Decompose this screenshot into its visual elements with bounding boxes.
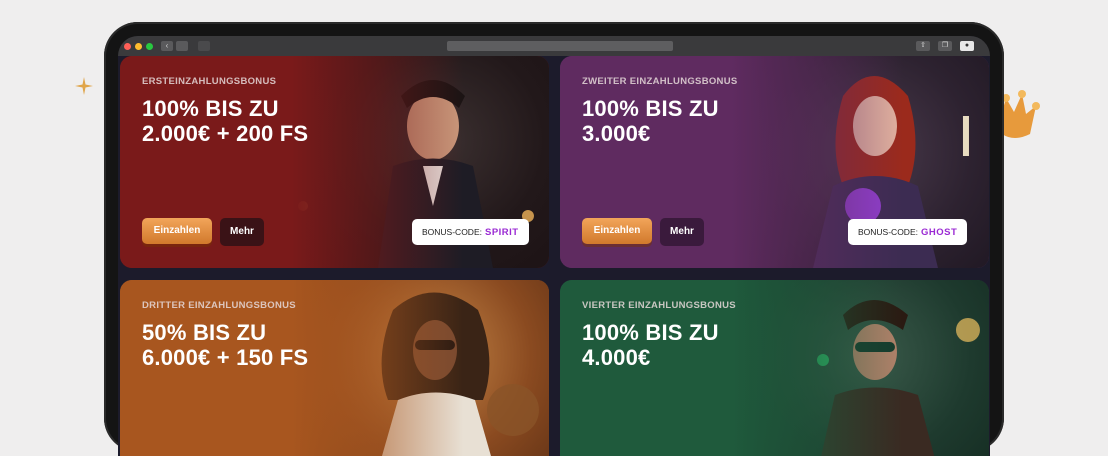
bonus-headline: 100% BIS ZU 2.000€ + 200 FS — [142, 96, 308, 146]
minimize-window-dot[interactable] — [135, 42, 142, 50]
bonus-code-label: BONUS-CODE: — [422, 227, 482, 237]
bonus-label: ERSTEINZAHLUNGSBONUS — [142, 76, 277, 87]
headline-line-1: 100% BIS ZU — [582, 320, 719, 345]
deposit-button[interactable]: Einzahlen — [582, 218, 652, 244]
headline-line-1: 100% BIS ZU — [582, 96, 719, 121]
headline-line-2: 3.000€ — [582, 121, 651, 146]
bonus-headline: 100% BIS ZU 4.000€ — [582, 320, 719, 370]
headline-line-2: 6.000€ + 150 FS — [142, 345, 309, 370]
bonus-card-3: DRITTER EINZAHLUNGSBONUS 50% BIS ZU 6.00… — [120, 280, 549, 456]
maximize-window-dot[interactable] — [146, 42, 153, 50]
bonus-card-1: ERSTEINZAHLUNGSBONUS 100% BIS ZU 2.000€ … — [120, 56, 549, 268]
bonus-label: DRITTER EINZAHLUNGSBONUS — [142, 300, 296, 311]
headline-line-1: 100% BIS ZU — [142, 96, 279, 121]
browser-toolbar: ‹ ⇧ ❐ ● — [118, 36, 990, 56]
bonus-headline: 50% BIS ZU 6.000€ + 150 FS — [142, 320, 308, 370]
more-button[interactable]: Mehr — [660, 218, 704, 246]
bonus-label: ZWEITER EINZAHLUNGSBONUS — [582, 76, 738, 87]
download-icon[interactable]: ● — [960, 41, 974, 51]
more-button[interactable]: Mehr — [220, 218, 264, 246]
close-window-dot[interactable] — [124, 42, 131, 50]
headline-line-2: 4.000€ — [582, 345, 651, 370]
bonus-code-badge[interactable]: BONUS-CODE: SPIRIT — [412, 219, 529, 245]
deposit-button[interactable]: Einzahlen — [142, 218, 212, 244]
bonus-label: VIERTER EINZAHLUNGSBONUS — [582, 300, 736, 311]
tabs-icon[interactable]: ❐ — [938, 41, 952, 51]
share-icon[interactable]: ⇧ — [916, 41, 930, 51]
back-arrow-icon[interactable]: ‹ — [161, 41, 173, 51]
sparkle-icon — [74, 76, 94, 96]
headline-line-1: 50% BIS ZU — [142, 320, 267, 345]
bonus-card-4: VIERTER EINZAHLUNGSBONUS 100% BIS ZU 4.0… — [560, 280, 989, 456]
bonus-card-2: ZWEITER EINZAHLUNGSBONUS 100% BIS ZU 3.0… — [560, 56, 989, 268]
sidebar-icon[interactable] — [198, 41, 210, 51]
browser-screen: ‹ ⇧ ❐ ● ERSTEINZAHLUNGSBONUS 100% BIS ZU… — [118, 36, 990, 456]
bonus-code-label: BONUS-CODE: — [858, 227, 918, 237]
bonus-code-value: SPIRIT — [484, 226, 519, 238]
bonus-code-value: GHOST — [920, 226, 958, 238]
bonus-headline: 100% BIS ZU 3.000€ — [582, 96, 719, 146]
forward-arrow-icon[interactable] — [176, 41, 188, 51]
headline-line-2: 2.000€ + 200 FS — [142, 121, 309, 146]
address-bar[interactable] — [447, 41, 673, 51]
bonus-code-badge[interactable]: BONUS-CODE: GHOST — [848, 219, 968, 245]
tablet-device: ‹ ⇧ ❐ ● ERSTEINZAHLUNGSBONUS 100% BIS ZU… — [104, 22, 1004, 456]
